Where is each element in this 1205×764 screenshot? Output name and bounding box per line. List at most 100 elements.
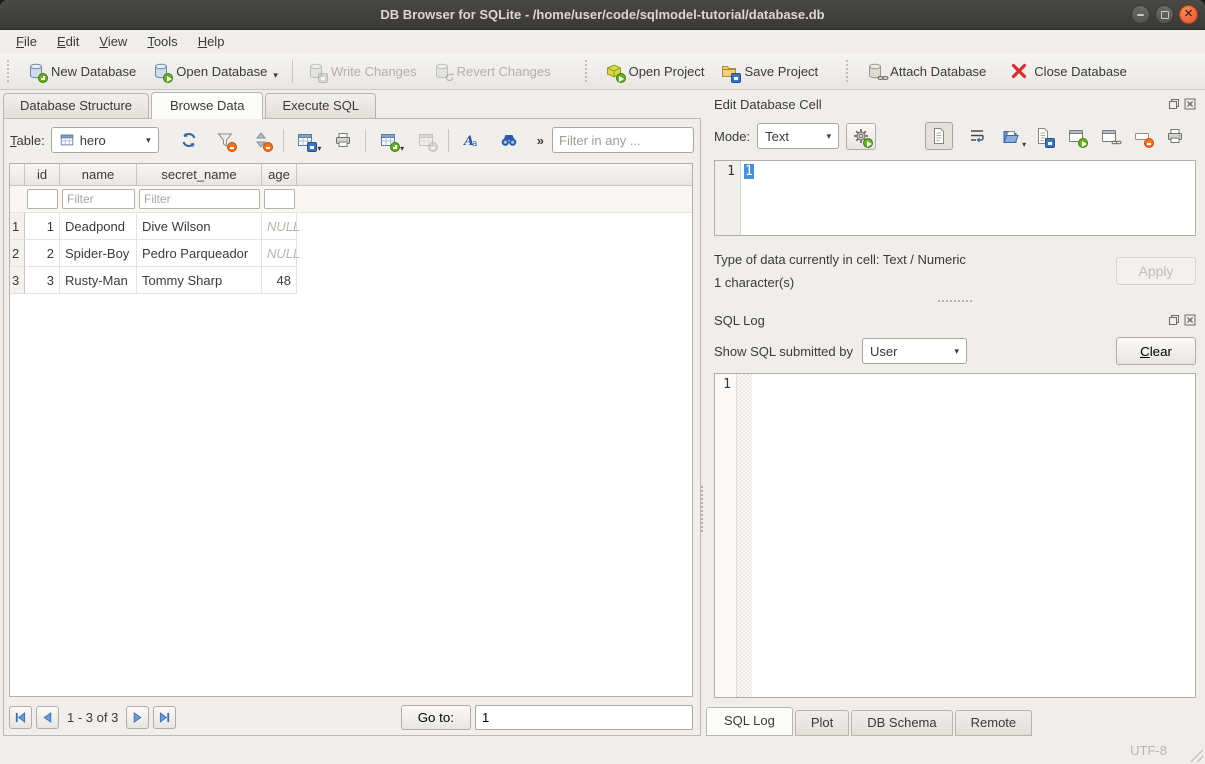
dock-float-icon[interactable] [1168, 98, 1180, 110]
cell-secret-name[interactable]: Pedro Parqueador [137, 240, 262, 267]
cell-age[interactable]: NULL [262, 213, 297, 240]
filter-input-secret-name[interactable] [139, 189, 260, 209]
dock-float-icon[interactable] [1168, 314, 1180, 326]
attach-database-button[interactable]: Attach Database [858, 57, 994, 85]
save-project-button[interactable]: Save Project [712, 57, 826, 85]
table-select-value: hero [80, 133, 106, 148]
cell-id[interactable]: 3 [25, 267, 60, 294]
goto-input[interactable] [475, 705, 693, 730]
column-header-age[interactable]: age [262, 164, 297, 186]
tab-sql-log[interactable]: SQL Log [706, 707, 793, 736]
dock-close-icon[interactable] [1184, 314, 1196, 326]
filter-input-id[interactable] [27, 189, 58, 209]
toolbar-drag-handle[interactable] [7, 60, 13, 82]
filter-any-input[interactable] [552, 127, 694, 153]
print-button[interactable] [331, 128, 355, 152]
copy-link-icon[interactable] [1100, 127, 1118, 145]
panel-splitter[interactable] [701, 486, 703, 532]
insert-record-button[interactable]: ▾ [376, 128, 400, 152]
titlebar[interactable]: DB Browser for SQLite - /home/user/code/… [0, 0, 1205, 30]
edit-display-format-button[interactable] [459, 128, 483, 152]
filter-input-name[interactable] [62, 189, 135, 209]
goto-button[interactable]: Go to: [401, 705, 471, 730]
refresh-button[interactable] [177, 128, 201, 152]
open-in-external-icon[interactable] [1067, 127, 1085, 145]
menu-tools[interactable]: Tools [137, 31, 187, 52]
minimize-button[interactable] [1131, 5, 1150, 24]
resize-grip[interactable] [1190, 749, 1203, 762]
column-header-id[interactable]: id [25, 164, 60, 186]
tab-remote[interactable]: Remote [955, 710, 1033, 736]
clear-sorting-button[interactable] [249, 128, 273, 152]
cell-name[interactable]: Rusty-Man [60, 267, 137, 294]
column-header-secret-name[interactable]: secret_name [137, 164, 262, 186]
set-null-icon[interactable] [1133, 127, 1151, 145]
write-changes-button[interactable]: Write Changes [299, 57, 425, 85]
apply-button[interactable]: Apply [1116, 257, 1196, 285]
tab-browse-data[interactable]: Browse Data [151, 92, 263, 119]
column-header-name[interactable]: name [60, 164, 137, 186]
cell-secret-name[interactable]: Dive Wilson [137, 213, 262, 240]
show-sql-select[interactable]: User ▾ [862, 338, 967, 364]
tab-db-schema[interactable]: DB Schema [851, 710, 952, 736]
table-select[interactable]: hero ▾ [51, 127, 159, 153]
tab-plot[interactable]: Plot [795, 710, 849, 736]
revert-changes-button[interactable]: Revert Changes [425, 57, 559, 85]
cell-id[interactable]: 1 [25, 213, 60, 240]
mode-select[interactable]: Text ▾ [757, 123, 839, 149]
find-in-table-button[interactable] [497, 128, 521, 152]
open-database-dropdown-caret[interactable]: ▾ [273, 71, 278, 80]
new-database-button[interactable]: New Database [19, 57, 144, 85]
statusbar: UTF-8 [0, 736, 1205, 764]
table-row[interactable]: 1 1 Deadpond Dive Wilson NULL [10, 213, 692, 240]
open-database-button[interactable]: Open Database ▾ [144, 57, 286, 85]
table-row[interactable]: 2 2 Spider-Boy Pedro Parqueador NULL [10, 240, 692, 267]
sql-log-editor[interactable]: 1 [714, 373, 1196, 698]
next-record-icon [130, 710, 145, 725]
save-results-button[interactable]: ▾ [293, 128, 317, 152]
cell-id[interactable]: 2 [25, 240, 60, 267]
menu-file[interactable]: File [6, 31, 47, 52]
previous-record-button[interactable] [36, 706, 59, 729]
delete-record-button[interactable] [414, 128, 438, 152]
cell-secret-name[interactable]: Tommy Sharp [137, 267, 262, 294]
cell-name[interactable]: Spider-Boy [60, 240, 137, 267]
attach-database-icon [866, 62, 884, 80]
last-record-icon [157, 710, 172, 725]
cell-editor-content[interactable]: 1 [741, 161, 1195, 235]
open-project-button[interactable]: Open Project [597, 57, 713, 85]
word-wrap-icon[interactable] [968, 127, 986, 145]
cell-name[interactable]: Deadpond [60, 213, 137, 240]
close-database-button[interactable]: Close Database [1002, 57, 1135, 85]
cell-age[interactable]: 48 [262, 267, 297, 294]
cell-age[interactable]: NULL [262, 240, 297, 267]
sql-log-content[interactable] [752, 374, 1195, 697]
last-record-button[interactable] [153, 706, 176, 729]
clear-log-button[interactable]: Clear [1116, 337, 1196, 365]
toolbar-drag-handle[interactable] [846, 60, 852, 82]
dock-splitter[interactable] [714, 294, 1196, 308]
grid-header-row: id name secret_name age [10, 164, 692, 186]
tab-execute-sql[interactable]: Execute SQL [265, 93, 376, 118]
tab-database-structure[interactable]: Database Structure [3, 93, 149, 118]
maximize-button[interactable] [1155, 5, 1174, 24]
close-button[interactable]: ✕ [1179, 5, 1198, 24]
menu-edit[interactable]: Edit [47, 31, 89, 52]
table-row[interactable]: 3 3 Rusty-Man Tommy Sharp 48 [10, 267, 692, 294]
filter-input-age[interactable] [264, 189, 295, 209]
new-database-icon [27, 62, 45, 80]
text-mode-toggle[interactable] [925, 122, 953, 150]
menu-help[interactable]: Help [188, 31, 235, 52]
toolbar-overflow-chevron[interactable]: » [537, 133, 544, 148]
clear-filters-button[interactable] [213, 128, 237, 152]
toolbar-drag-handle[interactable] [585, 60, 591, 82]
cell-editor[interactable]: 1 1 [714, 160, 1196, 236]
dock-close-icon[interactable] [1184, 98, 1196, 110]
menu-view[interactable]: View [89, 31, 137, 52]
export-data-icon[interactable] [1034, 127, 1052, 145]
print-cell-icon[interactable] [1166, 127, 1184, 145]
apply-format-button[interactable] [846, 123, 876, 150]
next-record-button[interactable] [126, 706, 149, 729]
import-data-icon[interactable]: ▾ [1001, 127, 1019, 145]
first-record-button[interactable] [9, 706, 32, 729]
